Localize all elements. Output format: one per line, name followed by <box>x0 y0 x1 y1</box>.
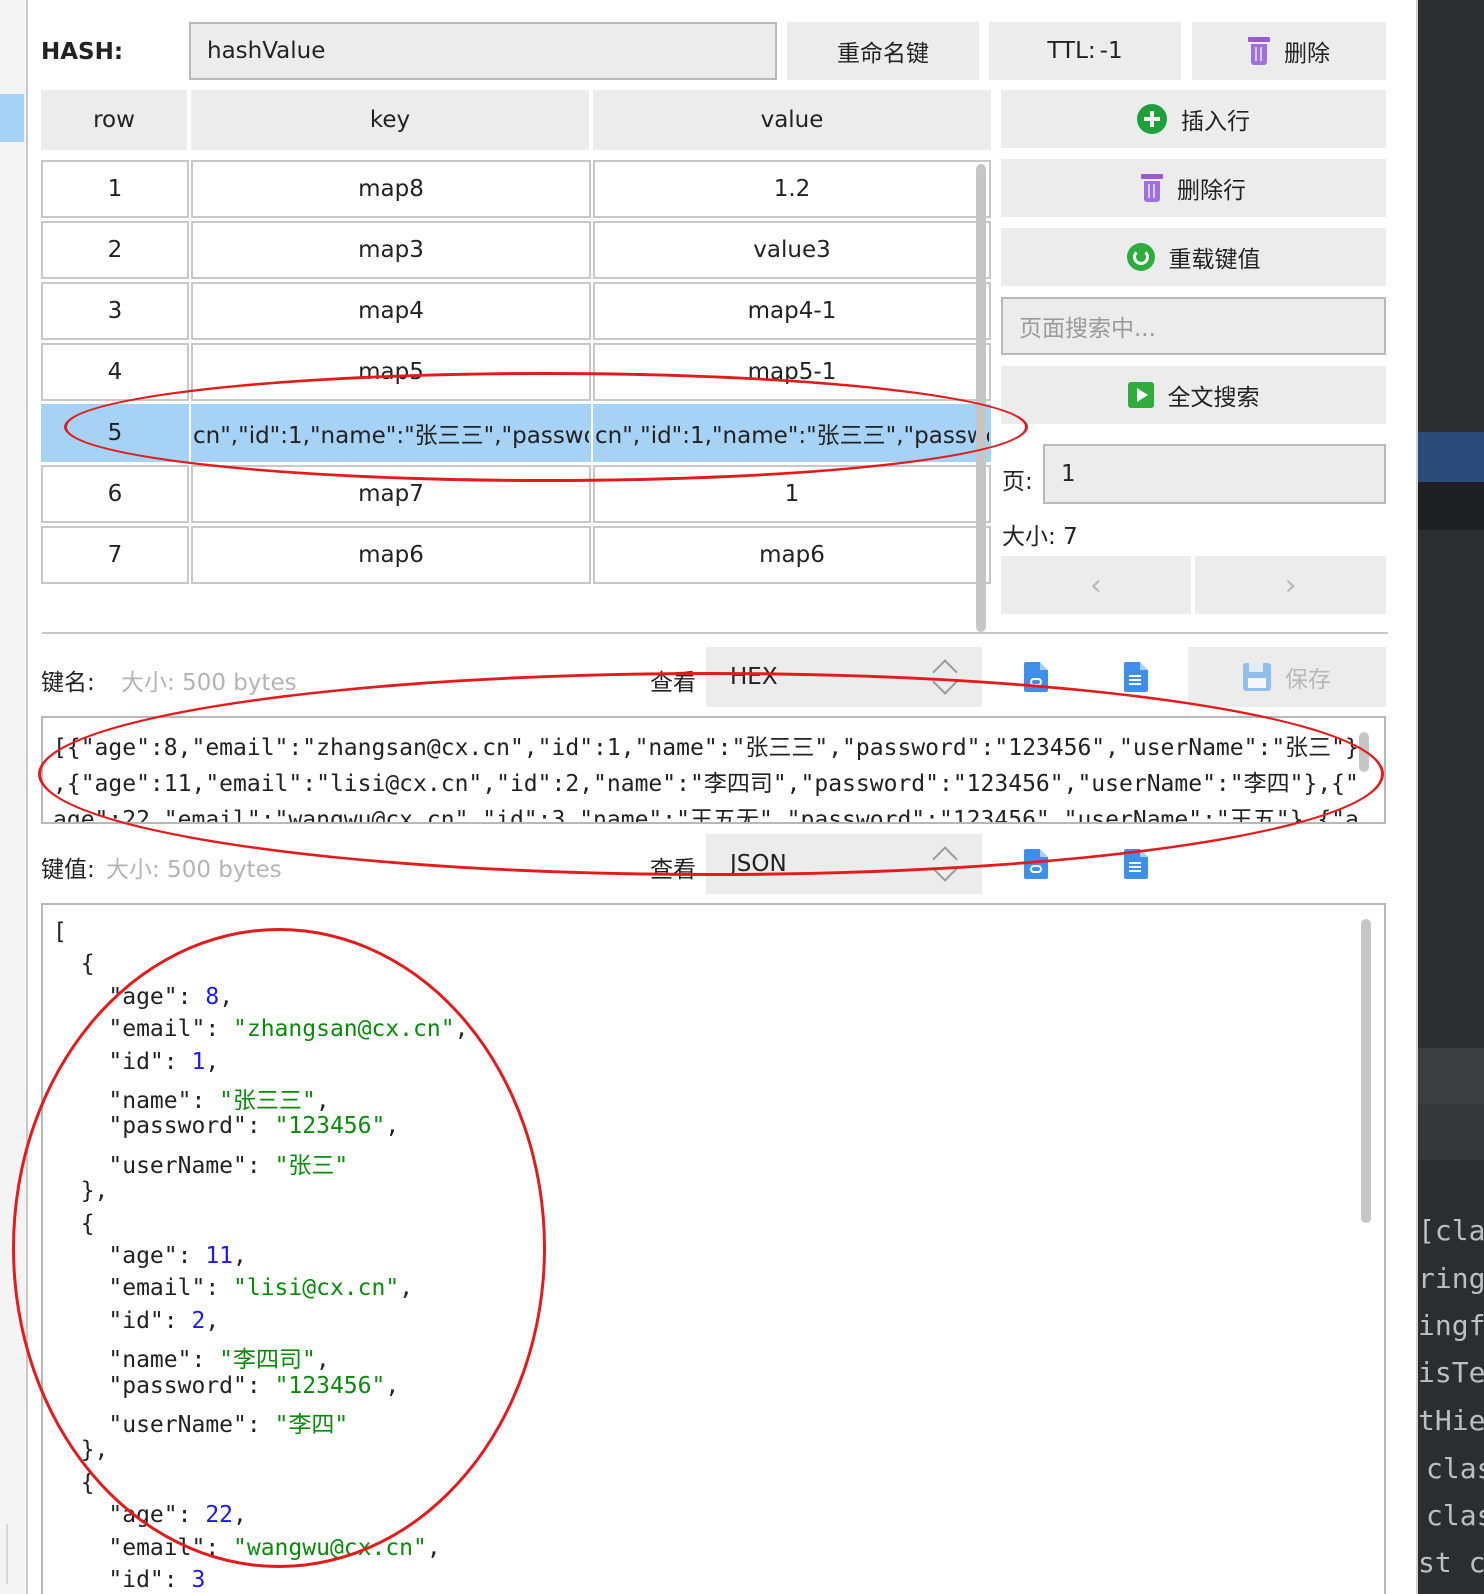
cell-key[interactable]: map4 <box>191 282 591 340</box>
json-line: { <box>53 1469 95 1496</box>
editor-code-line: isTes <box>1418 1356 1484 1389</box>
play-icon <box>1127 382 1154 408</box>
size-label-text: 大小: <box>1002 524 1056 550</box>
editor-band <box>1418 482 1484 530</box>
editor-code-line: clas <box>1426 1452 1484 1485</box>
annotation-ellipse <box>38 672 1384 876</box>
plus-icon <box>1137 104 1167 134</box>
trash-icon <box>1141 174 1163 202</box>
editor-band <box>1418 1104 1484 1160</box>
cell-value[interactable]: map6 <box>593 526 991 584</box>
ttl-label: TTL: <box>1047 38 1096 64</box>
delete-key-button[interactable]: 删除 <box>1192 22 1386 80</box>
reload-icon <box>1126 243 1155 271</box>
reload-value-button[interactable]: 重载键值 <box>1001 228 1386 286</box>
cell-row: 6 <box>41 465 189 523</box>
delete-row-button[interactable]: 删除行 <box>1001 159 1386 217</box>
key-size-text: 大小: 500 bytes <box>121 670 297 696</box>
cell-row: 1 <box>41 160 189 218</box>
editor-code-line: [clas <box>1418 1214 1484 1247</box>
key-value-label: 键值: <box>41 857 95 883</box>
background-editor: [clas ringf ingfr isTes tHier clas clas … <box>1418 0 1484 1594</box>
cell-value[interactable]: value3 <box>593 221 991 279</box>
json-line: { <box>53 951 95 978</box>
cell-row: 2 <box>41 221 189 279</box>
cell-key[interactable]: map8 <box>191 160 591 218</box>
ttl-button[interactable]: TTL: -1 <box>989 22 1181 80</box>
insert-row-button[interactable]: 插入行 <box>1001 90 1386 148</box>
section-divider <box>42 632 1388 634</box>
annotation-ellipse <box>12 928 546 1568</box>
editor-code-line: tHier <box>1418 1404 1484 1437</box>
save-button[interactable]: 保存 <box>1188 647 1386 707</box>
json-line: [ <box>53 919 67 945</box>
column-header-row[interactable]: row <box>41 90 187 150</box>
cell-key[interactable]: map3 <box>191 221 591 279</box>
sidebar-selection[interactable] <box>0 94 24 142</box>
delete-row-label: 删除行 <box>1177 178 1246 204</box>
insert-row-label: 插入行 <box>1181 109 1250 135</box>
prev-page-button[interactable]: ‹ <box>1001 556 1191 614</box>
delete-key-label: 删除 <box>1284 41 1330 67</box>
rename-key-button[interactable]: 重命名键 <box>787 22 979 80</box>
editor-code-line: st cl <box>1418 1546 1484 1579</box>
cell-key[interactable]: map6 <box>191 526 591 584</box>
column-header-value[interactable]: value <box>593 90 991 150</box>
left-sidebar <box>0 0 28 1594</box>
trash-icon <box>1248 37 1270 65</box>
json-scrollbar[interactable] <box>1361 919 1371 1223</box>
rename-key-label: 重命名键 <box>837 41 929 67</box>
save-icon <box>1243 663 1271 691</box>
fulltext-search-button[interactable]: 全文搜索 <box>1001 366 1386 424</box>
sidebar-marker <box>6 1524 8 1584</box>
save-label: 保存 <box>1285 667 1331 693</box>
column-header-key[interactable]: key <box>191 90 589 150</box>
cell-row: 3 <box>41 282 189 340</box>
editor-code-line: ingfr <box>1418 1309 1484 1342</box>
next-page-button[interactable]: › <box>1195 556 1386 614</box>
size-value: 7 <box>1063 524 1078 550</box>
cell-row: 7 <box>41 526 189 584</box>
editor-highlight <box>1418 432 1484 482</box>
editor-band <box>1418 1048 1484 1104</box>
hash-editor-panel: HASH: hashValue 重命名键 TTL: -1 删除 row key … <box>12 0 1418 1594</box>
value-size-text: 大小: 500 bytes <box>106 857 282 883</box>
page-label: 页: <box>1002 469 1033 495</box>
size-label: 大小: 7 <box>1002 517 1078 551</box>
cell-value[interactable]: 1.2 <box>593 160 991 218</box>
page-search-input[interactable]: 页面搜索中... <box>1001 297 1386 355</box>
json-line: "id": 3 <box>53 1567 206 1593</box>
document-icon[interactable] <box>1124 662 1148 692</box>
ttl-value: -1 <box>1099 38 1123 64</box>
table-scrollbar[interactable] <box>976 164 986 632</box>
editor-code-line: ringf <box>1418 1262 1484 1295</box>
key-name-label: 键名: <box>41 670 95 696</box>
cell-value[interactable]: map4-1 <box>593 282 991 340</box>
page-number-input[interactable]: 1 <box>1043 444 1386 504</box>
fulltext-search-label: 全文搜索 <box>1167 385 1260 411</box>
hash-label: HASH: <box>41 39 124 65</box>
reload-value-label: 重载键值 <box>1168 247 1261 273</box>
annotation-ellipse <box>64 372 1028 482</box>
editor-code-line: clas <box>1426 1499 1484 1532</box>
hash-key-input[interactable]: hashValue <box>189 22 777 80</box>
